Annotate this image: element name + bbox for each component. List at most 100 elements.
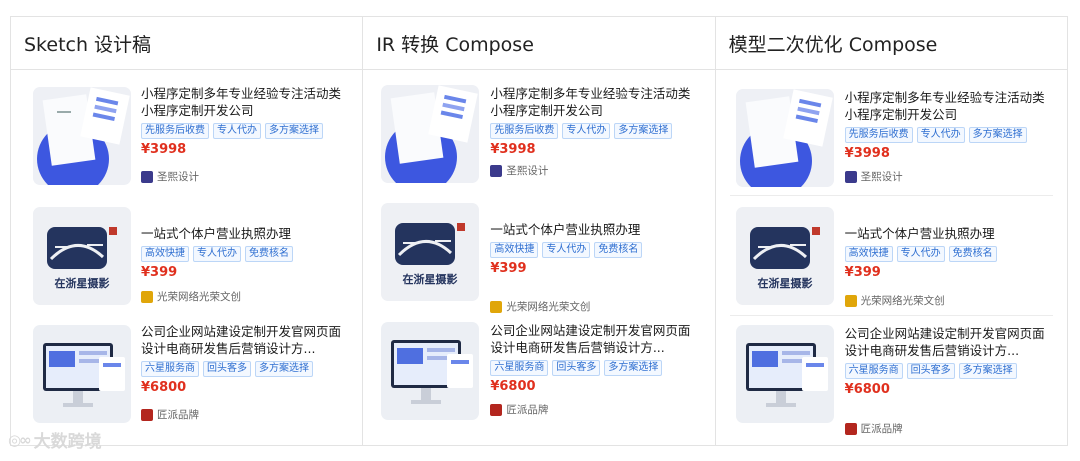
tag: 专人代办 [193, 246, 241, 262]
website-mockup-icon [33, 325, 131, 423]
shop-info[interactable]: 圣熙设计 [490, 163, 548, 178]
svg-text:在浙星摄影: 在浙星摄影 [757, 276, 812, 290]
shop-info[interactable]: 光荣网络光荣文创 [141, 289, 241, 304]
shop-name: 圣熙设计 [157, 171, 199, 183]
product-title[interactable]: 公司企业网站建设定制开发官网页面设计电商研发售后营销设计方... [490, 322, 700, 356]
shop-info[interactable]: 圣熙设计 [141, 169, 199, 184]
product-thumbnail[interactable] [33, 325, 131, 423]
column-header: IR 转换 Compose [363, 17, 715, 70]
comparison-table: Sketch 设计稿 小程序定制多年专业经验专注活动类小程序定制开发公司 先服务 [10, 16, 1068, 446]
shop-info[interactable]: 光荣网络光荣文创 [490, 299, 590, 314]
product-thumbnail[interactable] [33, 87, 131, 185]
shop-name: 匠派品牌 [860, 423, 903, 435]
product-title[interactable]: 公司企业网站建设定制开发官网页面设计电商研发售后营销设计方... [141, 323, 347, 357]
tag: 先服务后收费 [141, 123, 209, 139]
tag: 专人代办 [916, 127, 965, 143]
column-ir-compose: IR 转换 Compose 小程序定制多年专业经验专注活动类小程序定制开发公司 … [363, 17, 716, 445]
product-title[interactable]: 一站式个体户营业执照办理 [845, 225, 1055, 242]
row-divider [729, 315, 1053, 316]
photo-studio-logo-icon: 在浙星摄影 [735, 207, 834, 305]
column-optimized-compose: 模型二次优化 Compose 小程序定制多年专业经验专注活动类小程序定制开发公司… [715, 17, 1067, 445]
mockup-image-icon [33, 87, 131, 185]
product-thumbnail[interactable]: 在浙星摄影 [735, 207, 834, 305]
column-header: Sketch 设计稿 [11, 17, 363, 70]
watermark: ◎∞ 大数跨境 [8, 427, 102, 453]
price: ¥399 [844, 265, 881, 280]
product-thumbnail[interactable]: 在浙星摄影 [381, 203, 480, 301]
tag: 六星服务商 [490, 360, 549, 376]
weibo-icon: ◎∞ [8, 430, 32, 449]
tag: 免费核名 [594, 242, 643, 258]
tag: 回头客多 [552, 360, 601, 376]
tag: 六星服务商 [141, 361, 199, 377]
price: ¥6800 [844, 382, 890, 397]
studio-logo-icon [490, 164, 503, 177]
photo-studio-logo-icon: 在浙星摄影 [381, 203, 480, 301]
tag: 免费核名 [245, 246, 293, 262]
tag: 多方案选择 [958, 363, 1017, 379]
license-logo-icon [141, 290, 153, 303]
watermark-text: 大数跨境 [33, 432, 102, 452]
shop-info[interactable]: 匠派品牌 [141, 407, 199, 422]
product-thumbnail[interactable] [381, 322, 480, 420]
product-thumbnail[interactable] [735, 89, 834, 187]
mockup-image-icon [381, 85, 480, 183]
shop-name: 光荣网络光荣文创 [506, 301, 591, 313]
tag: 专人代办 [896, 246, 945, 262]
shop-name: 光荣网络光荣文创 [860, 295, 945, 307]
tag: 六星服务商 [844, 363, 903, 379]
shop-name: 圣熙设计 [506, 165, 549, 177]
column-header: 模型二次优化 Compose [715, 17, 1067, 70]
product-title[interactable]: 一站式个体户营业执照办理 [141, 225, 347, 242]
brand-logo-icon [490, 403, 503, 416]
price: ¥3998 [844, 146, 890, 161]
shop-info[interactable]: 光荣网络光荣文创 [844, 293, 945, 308]
shop-name: 圣熙设计 [860, 171, 903, 183]
tag: 先服务后收费 [844, 127, 913, 143]
shop-name: 光荣网络光荣文创 [157, 291, 241, 303]
product-title[interactable]: 小程序定制多年专业经验专注活动类小程序定制开发公司 [141, 85, 347, 119]
price: ¥3998 [490, 142, 536, 157]
price: ¥6800 [141, 380, 187, 395]
brand-logo-icon [141, 408, 153, 421]
tag-list: 先服务后收费 专人代办 多方案选择 [141, 123, 347, 139]
svg-text:在浙星摄影: 在浙星摄影 [55, 276, 110, 290]
tag-list: 先服务后收费 专人代办 多方案选择 [844, 127, 1055, 143]
tag: 回头客多 [906, 363, 955, 379]
mockup-image-icon [735, 89, 834, 187]
product-thumbnail[interactable] [381, 85, 480, 183]
price: ¥3998 [141, 142, 187, 157]
tag: 回头客多 [203, 361, 251, 377]
studio-logo-icon [844, 170, 857, 183]
tag: 多方案选择 [614, 123, 673, 139]
tag-list: 高效快捷 专人代办 免费核名 [490, 242, 700, 258]
tag-list: 六星服务商 回头客多 多方案选择 [490, 360, 700, 376]
product-title[interactable]: 小程序定制多年专业经验专注活动类小程序定制开发公司 [845, 89, 1055, 123]
tag: 先服务后收费 [490, 123, 559, 139]
tag: 免费核名 [948, 246, 997, 262]
shop-info[interactable]: 圣熙设计 [844, 169, 903, 184]
tag-list: 高效快捷 专人代办 免费核名 [844, 246, 1055, 262]
tag-list: 高效快捷 专人代办 免费核名 [141, 246, 347, 262]
price: ¥399 [141, 265, 178, 280]
svg-text:在浙星摄影: 在浙星摄影 [403, 272, 458, 286]
product-thumbnail[interactable]: 在浙星摄影 [33, 207, 131, 305]
product-title[interactable]: 小程序定制多年专业经验专注活动类小程序定制开发公司 [490, 85, 700, 119]
shop-info[interactable]: 匠派品牌 [844, 421, 903, 436]
shop-info[interactable]: 匠派品牌 [490, 402, 548, 417]
studio-logo-icon [141, 170, 153, 183]
photo-studio-logo-icon: 在浙星摄影 [33, 207, 131, 305]
brand-logo-icon [844, 422, 857, 435]
tag: 专人代办 [213, 123, 261, 139]
tag: 多方案选择 [968, 127, 1027, 143]
price: ¥399 [490, 261, 527, 276]
tag: 专人代办 [562, 123, 611, 139]
product-thumbnail[interactable] [735, 325, 834, 423]
product-title[interactable]: 公司企业网站建设定制开发官网页面设计电商研发售后营销设计方... [845, 325, 1055, 359]
tag: 高效快捷 [844, 246, 893, 262]
product-title[interactable]: 一站式个体户营业执照办理 [490, 221, 700, 238]
tag: 多方案选择 [604, 360, 663, 376]
tag-list: 先服务后收费 专人代办 多方案选择 [490, 123, 700, 139]
shop-name: 匠派品牌 [506, 404, 549, 416]
tag: 高效快捷 [141, 246, 189, 262]
